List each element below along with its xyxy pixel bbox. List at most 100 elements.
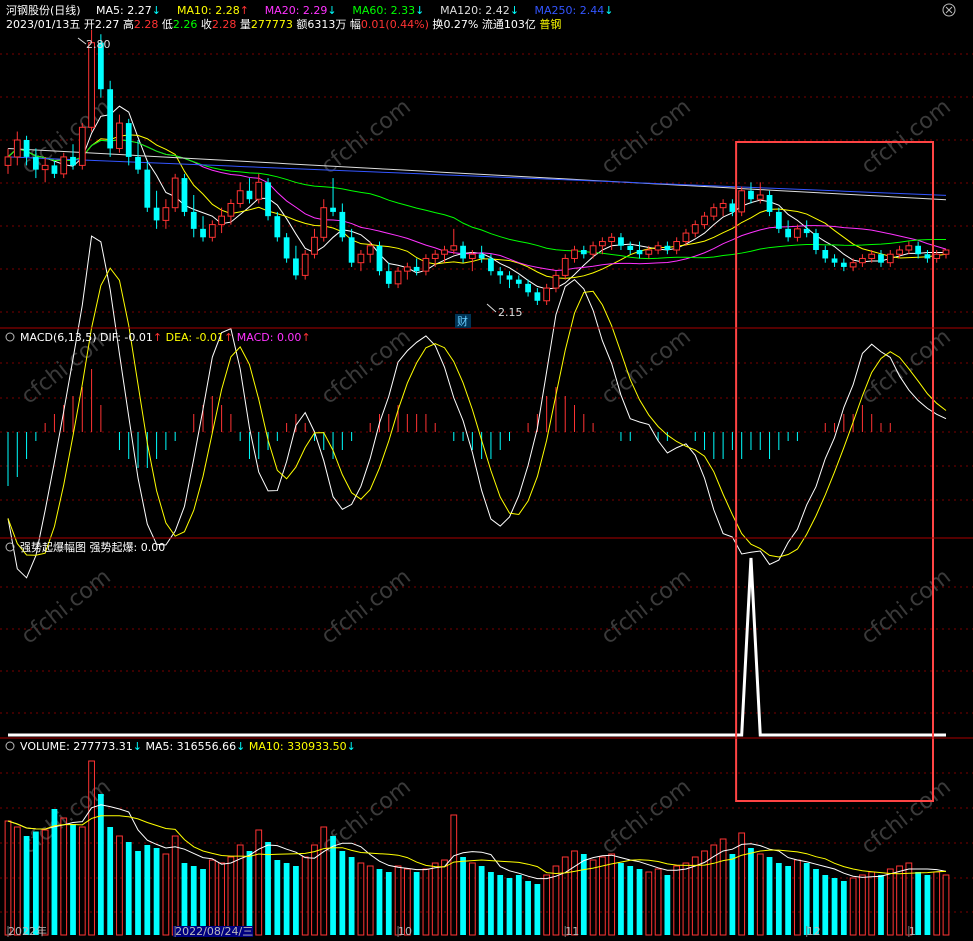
candle-body — [775, 211, 782, 229]
candle-body — [942, 249, 950, 255]
ma-legend-item-0: MA5: 2.27↓ — [96, 4, 161, 17]
volume-bar — [107, 827, 114, 935]
low-price-label: 2.15 — [498, 306, 523, 319]
candle-body — [208, 224, 216, 238]
candle-body — [645, 249, 653, 255]
volume-legend: VOLUME: 277773.31↓ MA5: 316556.66↓ MA10:… — [5, 740, 356, 753]
volume-bar — [125, 842, 132, 935]
quote-vol-label: 量 — [236, 18, 251, 31]
candle-body — [831, 258, 838, 263]
stock-chart-canvas[interactable]: cfchi.com cfchi.com cfchi.com cfchi.comcfch… — [0, 0, 973, 938]
candle-body — [348, 237, 355, 263]
volume-bar — [274, 860, 281, 935]
macd-dif-arrow: ↑ — [153, 331, 166, 344]
candle — [274, 211, 281, 242]
candle-body — [673, 241, 681, 251]
strong-value: 强势起爆: 0.00 — [90, 540, 166, 554]
macd-value: MACD: 0.00 — [237, 331, 302, 344]
candle — [376, 241, 383, 276]
candle — [283, 233, 290, 263]
volume-bar — [478, 866, 485, 935]
volume-bar — [525, 881, 531, 935]
candle-body — [915, 245, 922, 255]
candle-body — [23, 140, 30, 157]
volume-bar — [831, 878, 838, 935]
candle-body — [552, 274, 560, 289]
svg-text:2023/01/13五 开2.27 高2.28 低2.26: 2023/01/13五 开2.27 高2.28 低2.26 收2.28 量277… — [6, 17, 561, 31]
x-axis-label-1: 2022/08/24/三 — [175, 925, 253, 937]
candle-body — [878, 254, 884, 263]
candle — [561, 254, 569, 280]
volume-bar — [580, 854, 587, 935]
candle-body — [840, 262, 847, 267]
candle-body — [849, 262, 857, 268]
volume-bar — [822, 875, 829, 935]
candle-body — [320, 207, 328, 238]
volume-title: VOLUME: 277773.31 — [20, 740, 133, 753]
volume-bar — [506, 878, 513, 935]
volume-bar — [32, 831, 39, 935]
quote-float: 103亿 — [504, 18, 536, 31]
candle-body — [886, 253, 894, 264]
candle-body — [608, 236, 616, 243]
volume-bar — [664, 875, 671, 935]
candle-body — [515, 279, 522, 284]
volume-bar — [460, 857, 466, 935]
high-price-label: 2.80 — [86, 38, 111, 51]
candle-body — [896, 249, 903, 255]
candle-body — [905, 245, 913, 251]
volume-ma10: MA10: 330933.50 — [249, 740, 347, 753]
candle-body — [468, 253, 476, 259]
candle-body — [497, 271, 504, 276]
x-axis-label-4: 12 — [807, 925, 821, 937]
volume-bar — [265, 842, 271, 935]
volume-bar — [497, 875, 504, 935]
candle-body — [636, 250, 643, 255]
candle — [738, 186, 746, 217]
candle-body — [32, 156, 39, 170]
candle-body — [394, 270, 402, 285]
stock-title: 河钢股份(日线) — [6, 3, 81, 17]
candle-body — [311, 236, 318, 255]
quote-high-label: 高 — [119, 17, 134, 31]
candle-body — [822, 250, 829, 259]
candle-body — [785, 228, 791, 238]
quote-sector: 普钢 — [536, 17, 562, 31]
candle-body — [738, 190, 746, 213]
candle-body — [598, 241, 606, 247]
candle-body — [190, 211, 197, 229]
cai-badge[interactable]: 财 — [455, 314, 471, 328]
candle — [265, 178, 271, 221]
candle-body — [431, 253, 439, 259]
candle-body — [460, 245, 466, 259]
chart-window: cfchi.com cfchi.com cfchi.com cfchi.com cfch… — [0, 0, 973, 938]
candle-body — [376, 245, 383, 272]
volume-bar — [144, 845, 151, 935]
candle — [60, 152, 68, 179]
volume-title-arrow: ↓ — [133, 740, 146, 753]
candle-body — [60, 156, 68, 175]
quote-chg-label: 幅 — [346, 18, 361, 31]
volume-bar — [153, 848, 160, 935]
candle-body — [794, 228, 801, 238]
candle — [171, 173, 179, 212]
candle-body — [534, 292, 541, 301]
volume-bar — [627, 866, 634, 935]
header-line-2: 2023/01/13五 开2.27 高2.28 低2.26 收2.28 量277… — [6, 17, 561, 31]
candle-body — [339, 211, 346, 238]
volume-ma5-arrow: ↓ — [236, 740, 249, 753]
strong-title: 强势起爆幅图 — [20, 540, 90, 554]
volume-bar — [70, 824, 76, 935]
candle-body — [422, 257, 430, 272]
volume-bar — [924, 875, 931, 935]
candle-body — [627, 245, 634, 250]
quote-low-label: 低 — [158, 18, 173, 31]
candle-body — [403, 266, 411, 272]
x-axis-label-5: 1 — [909, 925, 916, 937]
volume-bar — [618, 863, 624, 935]
x-axis-label-0: 2022年 — [8, 924, 47, 937]
volume-bar — [385, 872, 392, 935]
ma-legend-item-1: MA10: 2.28↑ — [177, 4, 249, 17]
ma-legend-item-2: MA20: 2.29↓ — [265, 4, 337, 17]
volume-bar — [785, 866, 791, 935]
